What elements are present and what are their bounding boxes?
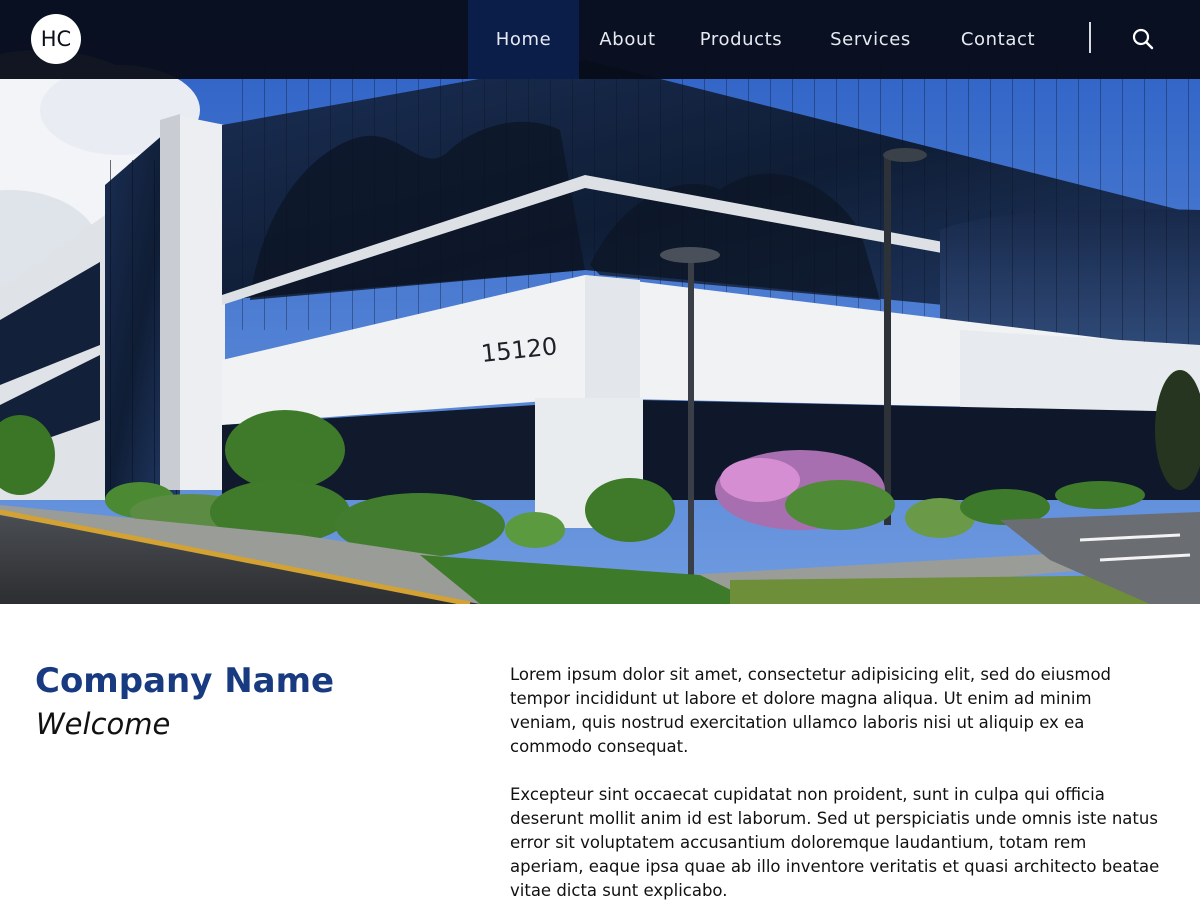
nav-contact[interactable]: Contact	[935, 0, 1061, 79]
company-name-heading: Company Name	[35, 661, 335, 701]
nav-services[interactable]: Services	[806, 0, 935, 79]
nav-products[interactable]: Products	[676, 0, 806, 79]
brand-logo[interactable]: HC	[31, 14, 81, 64]
welcome-subtitle: Welcome	[36, 707, 171, 741]
nav-divider	[1089, 22, 1091, 53]
search-icon[interactable]	[1128, 24, 1158, 54]
logo-text: HC	[40, 27, 72, 51]
intro-paragraph-1: Lorem ipsum dolor sit amet, consectetur …	[510, 665, 1112, 756]
nav-about[interactable]: About	[579, 0, 676, 79]
intro-paragraph-2: Excepteur sint occaecat cupidatat non pr…	[510, 785, 1160, 900]
nav-home[interactable]: Home	[468, 0, 579, 79]
hero-image: 15120	[0, 0, 1200, 604]
main-nav: Home About Products Services Contact	[468, 0, 1061, 79]
top-navbar: HC Home About Products Services Contact	[0, 0, 1200, 79]
